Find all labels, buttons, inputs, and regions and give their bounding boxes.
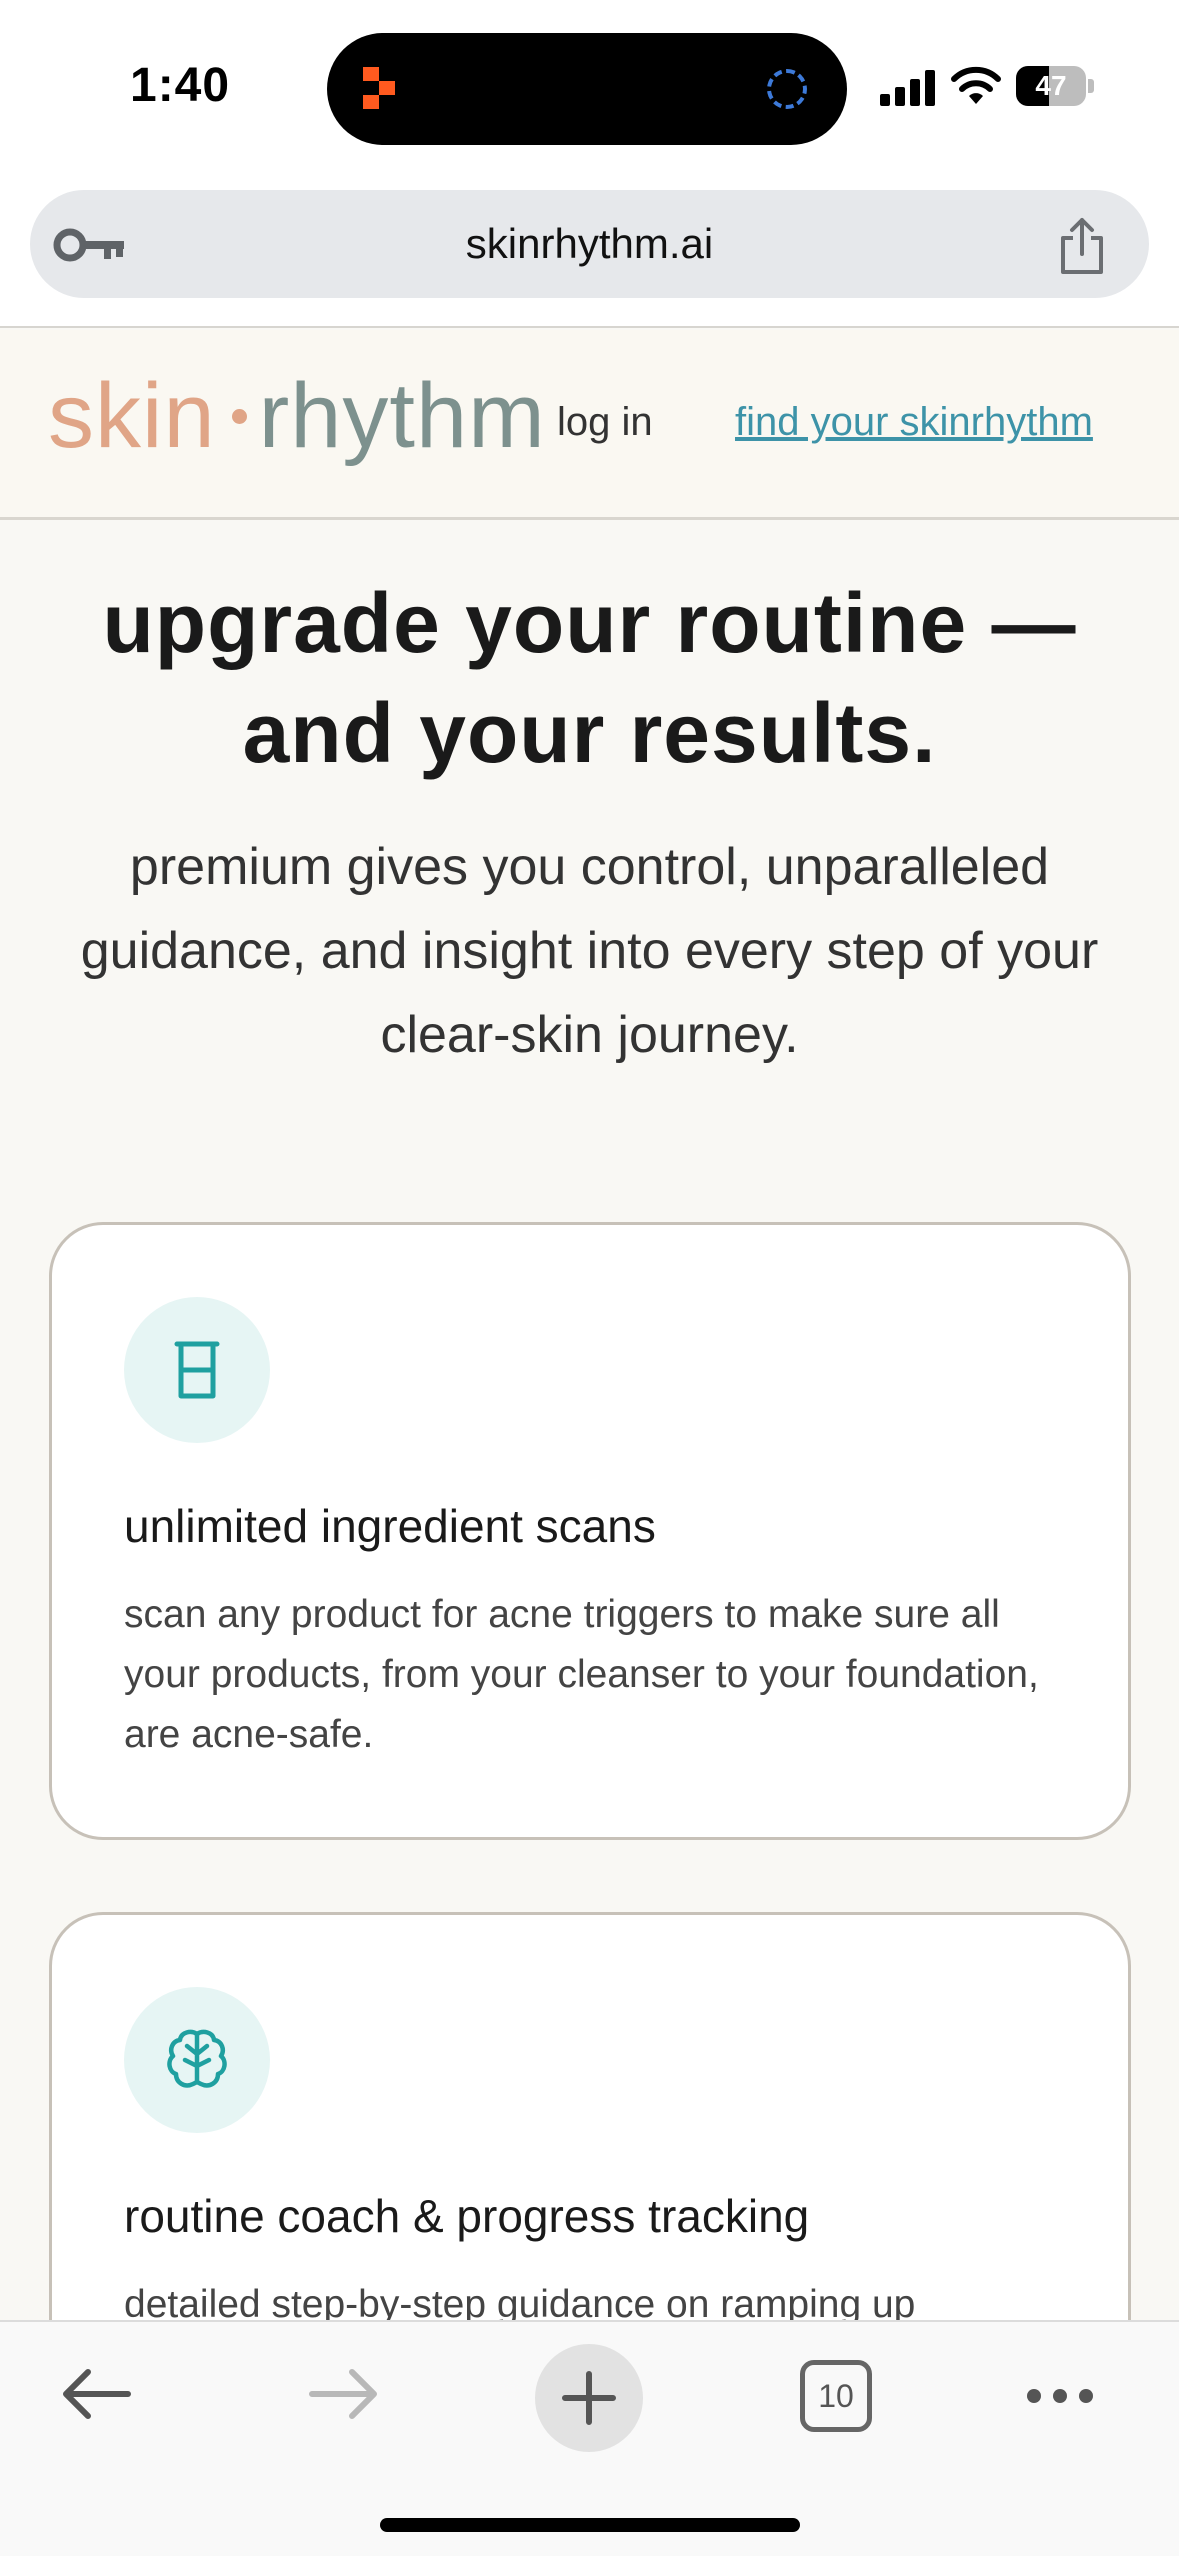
status-bar: 1:40 47: [0, 0, 1179, 170]
tab-count: 10: [818, 2378, 854, 2414]
plus-icon: [562, 2371, 616, 2425]
logo-text-skin: skin: [48, 365, 216, 467]
feature-description: scan any product for acne triggers to ma…: [124, 1593, 1039, 1756]
status-time: 1:40: [130, 59, 231, 112]
beaker-icon: [174, 1341, 220, 1399]
site-logo[interactable]: skin rhythm: [48, 370, 546, 462]
hero-title-line-2: and your results.: [242, 686, 937, 780]
site-header: skin rhythm log in find your skinrhythm: [0, 330, 1179, 520]
loading-ring-icon: [767, 69, 807, 109]
battery-level: 47: [1035, 70, 1067, 101]
home-indicator[interactable]: [380, 2518, 800, 2532]
tabs-button[interactable]: 10: [800, 2360, 872, 2432]
forward-arrow-icon[interactable]: [306, 2362, 382, 2426]
browser-address-area: skinrhythm.ai: [0, 170, 1179, 328]
hero-subtitle: premium gives you control, unparalleled …: [80, 838, 1099, 1064]
share-icon[interactable]: [1055, 216, 1109, 276]
wifi-icon: [951, 66, 1001, 104]
hero-title-line-1: upgrade your routine —: [102, 576, 1077, 670]
screen: 1:40 47 skinrhythm.ai skin rhythm log in…: [0, 0, 1179, 2556]
app-activity-icon: [363, 67, 395, 109]
browser-toolbar: 10: [0, 2320, 1179, 2556]
hero-title: upgrade your routine — and your results.: [40, 568, 1139, 788]
url-text[interactable]: skinrhythm.ai: [30, 190, 1149, 298]
battery-icon: 47: [1016, 66, 1094, 106]
cellular-signal-icon: [880, 70, 935, 106]
logo-text-rhythm: rhythm: [258, 365, 546, 467]
address-bar[interactable]: skinrhythm.ai: [30, 190, 1149, 298]
feature-title: routine coach & progress tracking: [124, 2190, 810, 2242]
new-tab-button[interactable]: [535, 2344, 643, 2452]
brain-icon: [167, 2029, 227, 2088]
login-link[interactable]: log in: [557, 400, 653, 445]
dynamic-island: [327, 33, 847, 145]
find-your-skinrhythm-link[interactable]: find your skinrhythm: [735, 400, 1093, 445]
back-arrow-icon[interactable]: [58, 2362, 134, 2426]
feature-title: unlimited ingredient scans: [124, 1500, 656, 1552]
feature-icon-circle: [124, 1987, 270, 2133]
logo-dot: [231, 409, 247, 425]
feature-icon-circle: [124, 1297, 270, 1443]
feature-card: unlimited ingredient scans scan any prod…: [49, 1222, 1131, 1840]
more-options-icon[interactable]: [1024, 2382, 1096, 2410]
